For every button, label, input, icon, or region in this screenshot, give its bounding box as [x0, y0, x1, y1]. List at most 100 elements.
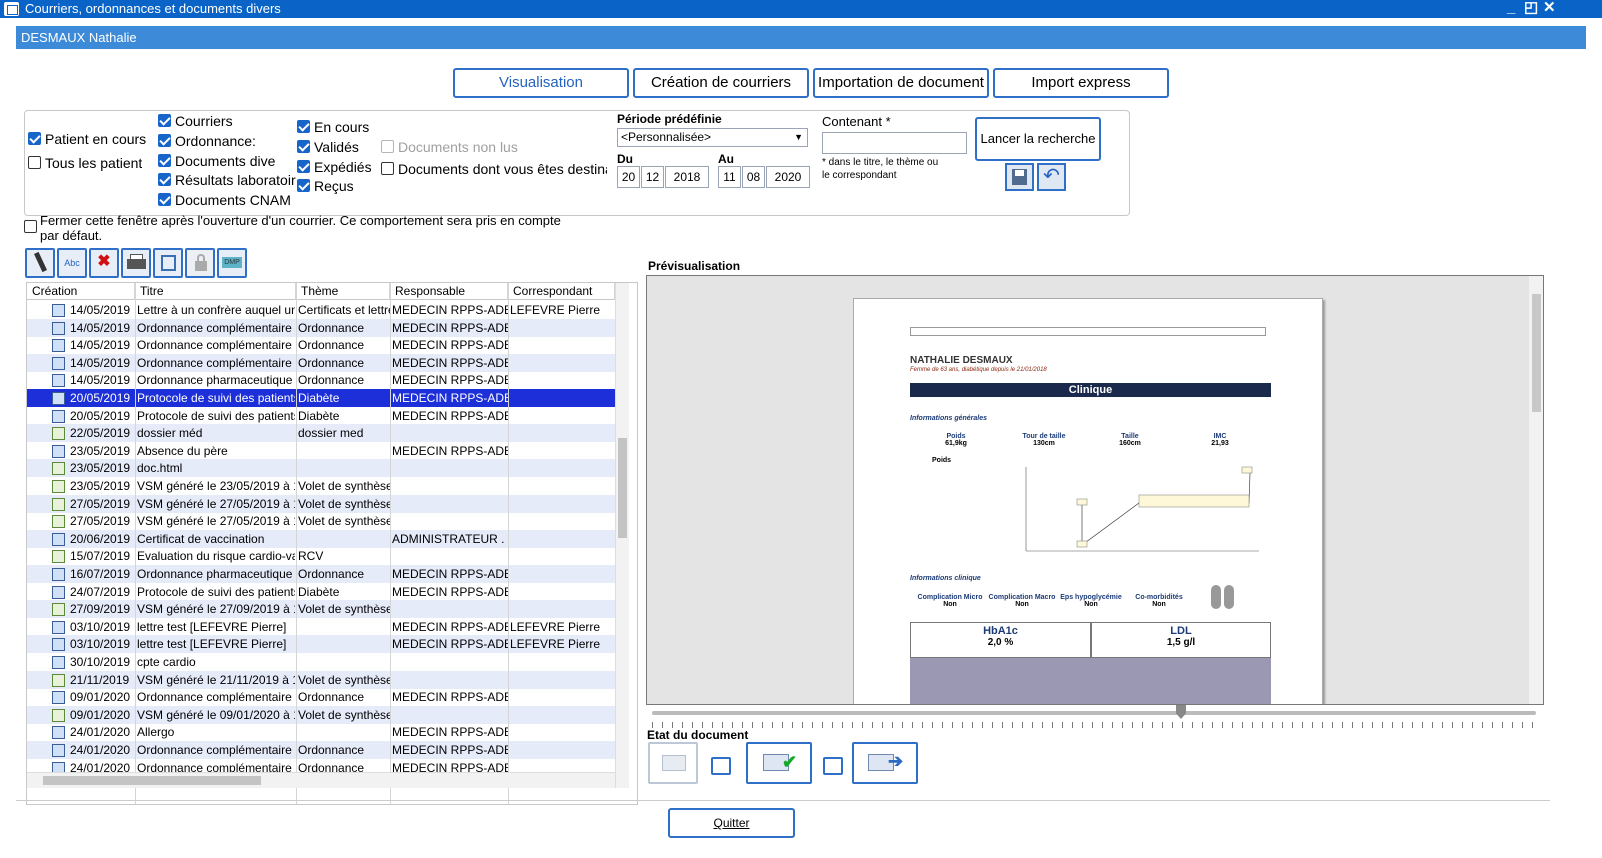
doc-complication-macro: Complication Macro Non: [986, 594, 1058, 608]
undo-icon[interactable]: ↶: [1037, 163, 1066, 191]
col-theme[interactable]: Thème: [296, 283, 390, 300]
scroll-thumb[interactable]: [618, 438, 627, 538]
table-row[interactable]: 09/01/2020 VSM généré le 09/01/2020 à 16.…: [27, 705, 615, 724]
etat-expedie-checkbox[interactable]: [823, 757, 843, 775]
spellcheck-icon[interactable]: Abc: [57, 248, 87, 278]
au-mois[interactable]: 08: [742, 166, 765, 188]
table-row[interactable]: 24/07/2019 Protocole de suivi des patient…: [27, 583, 615, 601]
table-row[interactable]: 20/06/2019 Certificat de vaccination ADMIN…: [27, 529, 615, 548]
periode-select[interactable]: <Personnalisée> ▼: [617, 128, 808, 147]
au-annee[interactable]: 2020: [766, 166, 810, 188]
table-row[interactable]: 27/09/2019 VSM généré le 27/09/2019 à 15.…: [27, 600, 615, 619]
patient-name: DESMAUX Nathalie: [21, 30, 137, 45]
cell-correspondant: LEFEVRE Pierre: [510, 303, 601, 317]
preview-scroll-thumb[interactable]: [1532, 294, 1541, 412]
table-row[interactable]: 24/01/2020 Allergo MEDECIN RPPS-ADE...: [27, 723, 615, 741]
etat-envelope-sent-icon[interactable]: ➔: [852, 742, 918, 784]
contenant-input[interactable]: [822, 132, 967, 154]
table-row[interactable]: 14/05/2019 Ordonnance complémentaire Ordon…: [27, 336, 615, 354]
print-icon[interactable]: [121, 248, 151, 278]
table-row[interactable]: 14/05/2019 Ordonnance complémentaire Ordon…: [27, 353, 615, 372]
table-row[interactable]: 15/07/2019 Evaluation du risque cardio-va…: [27, 547, 615, 565]
etat-valide-checkbox[interactable]: [711, 757, 731, 775]
column-divider: [390, 283, 391, 804]
hscroll-thumb[interactable]: [43, 776, 261, 785]
table-row[interactable]: 20/05/2019 Protocole de suivi des patient…: [27, 389, 615, 407]
table-row[interactable]: 03/10/2019 lettre test [LEFEVRE Pierre] ME…: [27, 635, 615, 654]
table-row[interactable]: 14/05/2019 Ordonnance complémentaire Ordon…: [27, 318, 615, 337]
table-row[interactable]: 27/05/2019 VSM généré le 27/05/2019 à 14.…: [27, 494, 615, 513]
col-titre[interactable]: Titre: [135, 283, 296, 300]
etat-envelope-validated-icon[interactable]: ✔: [746, 742, 812, 784]
restore-icon[interactable]: ◰: [1524, 0, 1538, 16]
tab-visualisation[interactable]: Visualisation: [453, 68, 629, 98]
tab-creation-courriers[interactable]: Création de courriers: [633, 68, 809, 98]
metric-label: Tour de taille: [1022, 433, 1066, 440]
chevron-down-icon: ▼: [794, 132, 803, 142]
table-row[interactable]: 14/05/2019 Lettre à un confrère auquel un…: [27, 301, 615, 319]
table-row[interactable]: 09/01/2020 Ordonnance complémentaire Ordon…: [27, 688, 615, 706]
complication-label: Complication Macro: [988, 594, 1056, 601]
doc-patient-name: NATHALIE DESMAUX: [910, 355, 1013, 366]
table-row[interactable]: 30/10/2019 cpte cardio: [27, 653, 615, 671]
preview-vscrollbar[interactable]: [1529, 276, 1543, 704]
cell-responsable: MEDECIN RPPS-ADE...: [392, 725, 508, 740]
du-mois[interactable]: 12: [641, 166, 664, 188]
minimize-icon[interactable]: _: [1507, 0, 1515, 16]
col-creation[interactable]: Création: [27, 283, 135, 300]
cell-theme: [298, 723, 390, 741]
cell-correspondant: [510, 336, 614, 354]
lock-icon[interactable]: [185, 248, 215, 278]
metric-value: 160cm: [1119, 440, 1141, 447]
cell-correspondant: LEFEVRE Pierre: [510, 619, 601, 634]
cell-titre: Protocole de suivi des patients di...: [137, 408, 295, 423]
du-annee[interactable]: 2018: [665, 166, 709, 188]
cell-creation: 03/10/2019: [70, 619, 131, 634]
zoom-slider-thumb[interactable]: [1176, 705, 1186, 719]
tab-import-express[interactable]: Import express: [993, 68, 1169, 98]
table-row[interactable]: 23/05/2019 doc.html: [27, 459, 615, 478]
transfer-icon[interactable]: [153, 248, 183, 278]
dmp-icon[interactable]: DMP: [217, 248, 247, 278]
cell-correspondant: [510, 442, 614, 460]
preview-label: Prévisualisation: [648, 259, 741, 273]
cell-creation: 24/01/2020: [70, 743, 131, 757]
table-row[interactable]: 23/05/2019 VSM généré le 23/05/2019 à 14.…: [27, 477, 615, 495]
doc-header-box: [910, 327, 1266, 336]
table-row[interactable]: 03/10/2019 lettre test [LEFEVRE Pierre] ME…: [27, 618, 615, 636]
table-row[interactable]: 20/05/2019 Protocole de suivi des patient…: [27, 407, 615, 425]
table-row[interactable]: 24/01/2020 Ordonnance complémentaire Ordon…: [27, 741, 615, 759]
vertical-scrollbar[interactable]: [615, 283, 629, 788]
fermer-fenetre-label: Fermer cette fenêtre après l'ouverture d…: [40, 213, 561, 243]
close-icon[interactable]: ✕: [1543, 0, 1556, 16]
horizontal-scrollbar[interactable]: [27, 772, 615, 788]
table-row[interactable]: 22/05/2019 dossier méd dossier med: [27, 424, 615, 443]
zoom-slider-track[interactable]: [652, 711, 1536, 715]
window-titlebar: Courriers, ordonnances et documents dive…: [0, 0, 1602, 18]
cell-theme: RCV: [298, 549, 324, 564]
au-jour[interactable]: 11: [718, 166, 741, 188]
cell-responsable: MEDECIN RPPS-ADE...: [392, 567, 508, 581]
quit-button[interactable]: Quitter: [668, 808, 795, 838]
col-responsable[interactable]: Responsable: [390, 283, 508, 300]
document-icon: [52, 708, 65, 722]
edit-pencil-icon[interactable]: [25, 248, 55, 278]
table-row[interactable]: 21/11/2019 VSM généré le 21/11/2019 à 16.…: [27, 670, 615, 689]
cell-responsable: [392, 547, 508, 565]
table-row[interactable]: 23/05/2019 Absence du père MEDECIN RPPS-AD…: [27, 442, 615, 460]
cell-theme: Ordonnance: [298, 355, 365, 370]
save-icon[interactable]: [1005, 163, 1034, 191]
document-icon: [52, 374, 65, 388]
cell-creation: 24/07/2019: [70, 584, 131, 599]
du-jour[interactable]: 20: [617, 166, 640, 188]
table-row[interactable]: 14/05/2019 Ordonnance pharmaceutique Ordon…: [27, 371, 615, 389]
table-row[interactable]: 16/07/2019 Ordonnance pharmaceutique Ordon…: [27, 565, 615, 583]
tab-importation-document[interactable]: Importation de document: [813, 68, 989, 98]
col-correspondant[interactable]: Correspondant: [508, 283, 615, 300]
delete-icon[interactable]: ✖: [89, 248, 119, 278]
etat-envelope-icon[interactable]: [648, 742, 698, 784]
cell-theme: Diabète: [298, 408, 340, 423]
documents-destinataire-checkbox[interactable]: Documents dont vous êtes destinata: [381, 161, 607, 179]
search-button[interactable]: Lancer la recherche: [975, 117, 1101, 161]
table-row[interactable]: 27/05/2019 VSM généré le 27/05/2019 à 14.…: [27, 512, 615, 530]
